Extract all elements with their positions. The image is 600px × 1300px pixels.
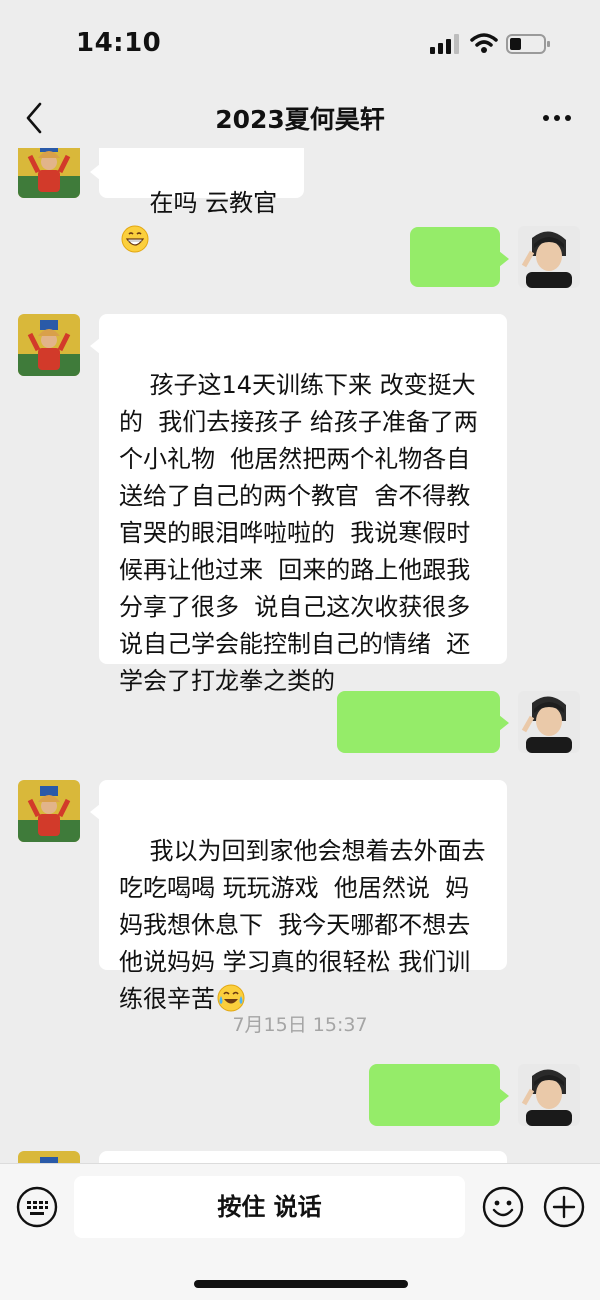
- more-options-icon[interactable]: [540, 104, 574, 132]
- message-bubble[interactable]: 在吗 云教官: [90, 148, 304, 253]
- timestamp: 7月15日 15:37: [232, 1014, 368, 1036]
- message-bubble[interactable]: 我以为回到家他会想着去外面去吃吃喝喝 玩玩游戏 他居然说 妈妈我想休息下 我今天…: [90, 780, 507, 1013]
- message-bubble[interactable]: 在的: [410, 227, 509, 344]
- grinning-face-icon: [121, 225, 149, 253]
- keyboard-icon[interactable]: [16, 1186, 58, 1228]
- input-bar: 按住 说话: [0, 1163, 600, 1300]
- message-bubble[interactable]: 孩子这14天训练下来 改变挺大的 我们去接孩子 给孩子准备了两个小礼物 他居然把…: [90, 314, 507, 695]
- message-bubble[interactable]: [369, 1064, 509, 1163]
- status-bar: 14:10: [0, 0, 600, 88]
- chat-title: 2023夏何昊轩: [215, 105, 385, 134]
- message-list[interactable]: 在吗 云教官 在的 孩子这14天: [0, 148, 600, 1163]
- home-indicator: [194, 1280, 408, 1288]
- contact-avatar[interactable]: [18, 780, 80, 842]
- wifi-icon: [470, 33, 498, 53]
- signal-icon: [430, 34, 459, 54]
- self-avatar[interactable]: [518, 1064, 580, 1126]
- plus-icon[interactable]: [543, 1186, 585, 1228]
- chat-header: 2023夏何昊轩: [0, 88, 600, 148]
- contact-avatar[interactable]: [18, 148, 80, 198]
- self-avatar[interactable]: [518, 691, 580, 753]
- message-text: 孩子这14天训练下来 改变挺大的 我们去接孩子 给孩子准备了两个小礼物 他居然把…: [119, 371, 486, 695]
- contact-avatar[interactable]: [18, 1151, 80, 1163]
- status-time: 14:10: [76, 28, 162, 58]
- message-bubble[interactable]: [99, 1151, 507, 1163]
- self-avatar[interactable]: [518, 226, 580, 288]
- emoji-face-icon[interactable]: [482, 1186, 524, 1228]
- battery-icon: [506, 34, 550, 54]
- contact-avatar[interactable]: [18, 314, 80, 376]
- hold-to-talk-button[interactable]: 按住 说话: [74, 1176, 465, 1238]
- message-text: 在吗 云教官: [149, 189, 278, 217]
- message-text: 我以为回到家他会想着去外面去吃吃喝喝 玩玩游戏 他居然说 妈妈我想休息下 我今天…: [119, 837, 486, 1013]
- crying-laughing-icon: [217, 984, 245, 1012]
- message-bubble[interactable]: [337, 691, 509, 847]
- back-arrow-icon[interactable]: [20, 100, 48, 136]
